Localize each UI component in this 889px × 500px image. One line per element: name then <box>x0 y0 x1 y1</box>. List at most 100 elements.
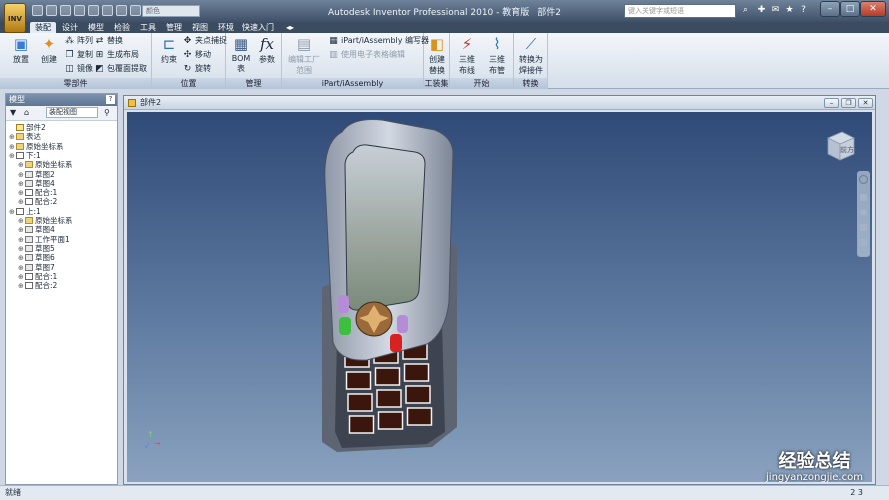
tree-item[interactable]: ⊕ 配合:2 <box>18 281 57 290</box>
viewcube[interactable]: 前方 <box>822 128 856 162</box>
find-icon[interactable]: ⌂ <box>24 106 29 120</box>
tube-3d-button[interactable]: ⌇ 三维 布管 <box>482 35 512 75</box>
tree-item[interactable]: ⊕ 草图5 <box>18 244 55 253</box>
route-3d-button[interactable]: ⚡ 三维 布线 <box>452 35 482 75</box>
tree-item-label: 配合:2 <box>35 281 58 291</box>
return-icon[interactable] <box>102 5 113 16</box>
keypad-key <box>374 367 401 386</box>
close-button[interactable]: ✕ <box>860 1 886 17</box>
copy-icon: ❐ <box>65 50 74 60</box>
look-at-icon[interactable] <box>860 239 867 246</box>
tab-inspect[interactable]: 检验 <box>110 22 134 33</box>
tree-item[interactable]: ⊕ 工作平面1 <box>18 235 70 244</box>
shrinkwrap-button[interactable]: ◩ 包覆面提取 <box>94 63 147 75</box>
expand-icon[interactable]: ⊕ <box>9 152 16 161</box>
move-button[interactable]: ✣ 移动 <box>182 49 211 61</box>
tree-item[interactable]: ⊕ 配合:1 <box>18 272 57 281</box>
browser-title[interactable]: 模型 <box>9 95 25 104</box>
update-icon[interactable] <box>116 5 127 16</box>
favorites-icon[interactable]: ★ <box>784 5 795 16</box>
phone-model[interactable] <box>127 112 872 482</box>
tree-item[interactable]: ⊕ 草图2 <box>18 170 55 179</box>
binoculars-icon[interactable]: ⚲ <box>104 106 110 120</box>
browser-help-icon[interactable]: ? <box>106 95 115 104</box>
doc-close-button[interactable]: ✕ <box>858 98 873 108</box>
application-menu-button[interactable]: INV <box>4 3 26 33</box>
constrain-icon: ⊏ <box>162 35 176 53</box>
generate-layout-button[interactable]: ⊞ 生成布局 <box>94 49 139 61</box>
tab-getting-started[interactable]: 快速入门 <box>240 22 276 33</box>
new-icon[interactable] <box>32 5 43 16</box>
tab-tools[interactable]: 工具 <box>136 22 160 33</box>
tab-manage[interactable]: 管理 <box>162 22 186 33</box>
mirror-button[interactable]: ◫ 镜像 <box>64 63 93 75</box>
open-icon[interactable] <box>46 5 57 16</box>
select-icon[interactable] <box>130 5 141 16</box>
subscription-icon[interactable]: ✚ <box>756 5 767 16</box>
tab-assemble[interactable]: 装配 <box>30 22 56 33</box>
graphics-viewport[interactable]: ↑ → ↙ 经验总结 jingyanzongjie.com <box>127 112 872 482</box>
grip-snap-button[interactable]: ✥ 夹点捕捉 <box>182 35 227 47</box>
doc-minimize-button[interactable]: – <box>824 98 839 108</box>
undo-icon[interactable] <box>74 5 85 16</box>
array-button[interactable]: ⁂ 阵列 <box>64 35 93 47</box>
tree-item[interactable]: ⊕ 配合:1 <box>18 188 57 197</box>
save-icon[interactable] <box>60 5 71 16</box>
tree-item[interactable]: ⊕ 草图4 <box>18 225 55 234</box>
tree-item[interactable]: ⊕ 上:1 <box>9 207 41 216</box>
color-dropdown[interactable]: 颜色 <box>142 5 200 17</box>
help-search-input[interactable]: 键入关键字或短语 <box>624 4 736 18</box>
doc-restore-button[interactable]: ❐ <box>841 98 856 108</box>
tab-design[interactable]: 设计 <box>58 22 82 33</box>
tab-view[interactable]: 视图 <box>188 22 212 33</box>
tree-item[interactable]: ⊕ 原始坐标系 <box>18 216 73 225</box>
tree-item[interactable]: ⊕ 草图7 <box>18 263 55 272</box>
filter-icon[interactable]: ▼ <box>10 106 16 120</box>
maximize-button[interactable]: □ <box>840 1 860 17</box>
tree-item[interactable]: ⊕ 草图4 <box>18 179 55 188</box>
parameters-button[interactable]: fx 参数 <box>252 35 282 75</box>
tree-item[interactable]: ⊕ 草图6 <box>18 253 55 262</box>
phone-screen <box>344 144 426 311</box>
tab-model[interactable]: 模型 <box>84 22 108 33</box>
panel-component: ▣ 放置 ✦ 创建 ⁂ 阵列 ❐ 复制 ◫ 镜像 ⇄ 替换 ⊞ 生成布局 ◩ 包覆面提取 零部件 <box>0 33 152 89</box>
help-icon[interactable]: ? <box>798 5 809 16</box>
expand-icon[interactable]: ⊕ <box>18 282 25 291</box>
ipart-author-button[interactable]: ▦ iPart/iAssembly 编写器 <box>328 35 429 47</box>
bom-icon: ▦ <box>233 35 249 53</box>
edit-factory-scope-button[interactable]: ▤ 编辑工厂 范围 <box>286 35 322 75</box>
browser-header: 模型 ? <box>6 94 117 106</box>
orbit-icon[interactable] <box>860 224 867 231</box>
create-replace-button[interactable]: ◧ 创建 替换 <box>422 35 452 75</box>
communication-icon[interactable]: ✉ <box>770 5 781 16</box>
zoom-icon[interactable] <box>860 209 867 216</box>
view-dropdown[interactable]: 装配视图 <box>46 107 98 118</box>
shrinkwrap-icon: ◩ <box>95 64 104 74</box>
expand-icon[interactable]: ⊕ <box>9 208 16 217</box>
replace-button[interactable]: ⇄ 替换 <box>94 35 123 47</box>
tree-item[interactable]: ⊕ 下:1 <box>9 151 41 160</box>
tree-item-label: 草图5 <box>35 243 55 253</box>
ribbon-toggle-icon[interactable]: ◂▸ <box>282 22 298 33</box>
redo-icon[interactable] <box>88 5 99 16</box>
rotate-button[interactable]: ↻ 旋转 <box>182 63 211 75</box>
constrain-button[interactable]: ⊏ 约束 <box>154 35 184 75</box>
tree-item[interactable]: 部件2 <box>9 123 46 132</box>
search-icon[interactable]: ⌕ <box>740 5 751 16</box>
spreadsheet-edit-button[interactable]: ▥ 使用电子表格编辑 <box>328 49 405 61</box>
tab-environments[interactable]: 环境 <box>214 22 238 33</box>
pan-icon[interactable] <box>860 194 867 201</box>
tree-item[interactable]: ⊕ 原始坐标系 <box>18 160 73 169</box>
steering-wheel-icon[interactable] <box>859 175 868 184</box>
tree-item[interactable]: ⊕ 原始坐标系 <box>9 142 64 151</box>
tree-item[interactable]: ⊕ 表达 <box>9 132 41 141</box>
panel-manage: ▦ BOM 表 fx 参数 管理 <box>226 33 282 89</box>
create-button[interactable]: ✦ 创建 <box>34 35 64 75</box>
copy-button[interactable]: ❐ 复制 <box>64 49 93 61</box>
convert-weldment-button[interactable]: ⟋ 转换为 焊接件 <box>516 35 546 75</box>
tree-item[interactable]: ⊕ 配合:2 <box>18 197 57 206</box>
tree-item-label: 部件2 <box>26 123 46 132</box>
folder-icon <box>16 142 24 150</box>
place-button[interactable]: ▣ 放置 <box>6 35 36 75</box>
minimize-button[interactable]: – <box>820 1 840 17</box>
